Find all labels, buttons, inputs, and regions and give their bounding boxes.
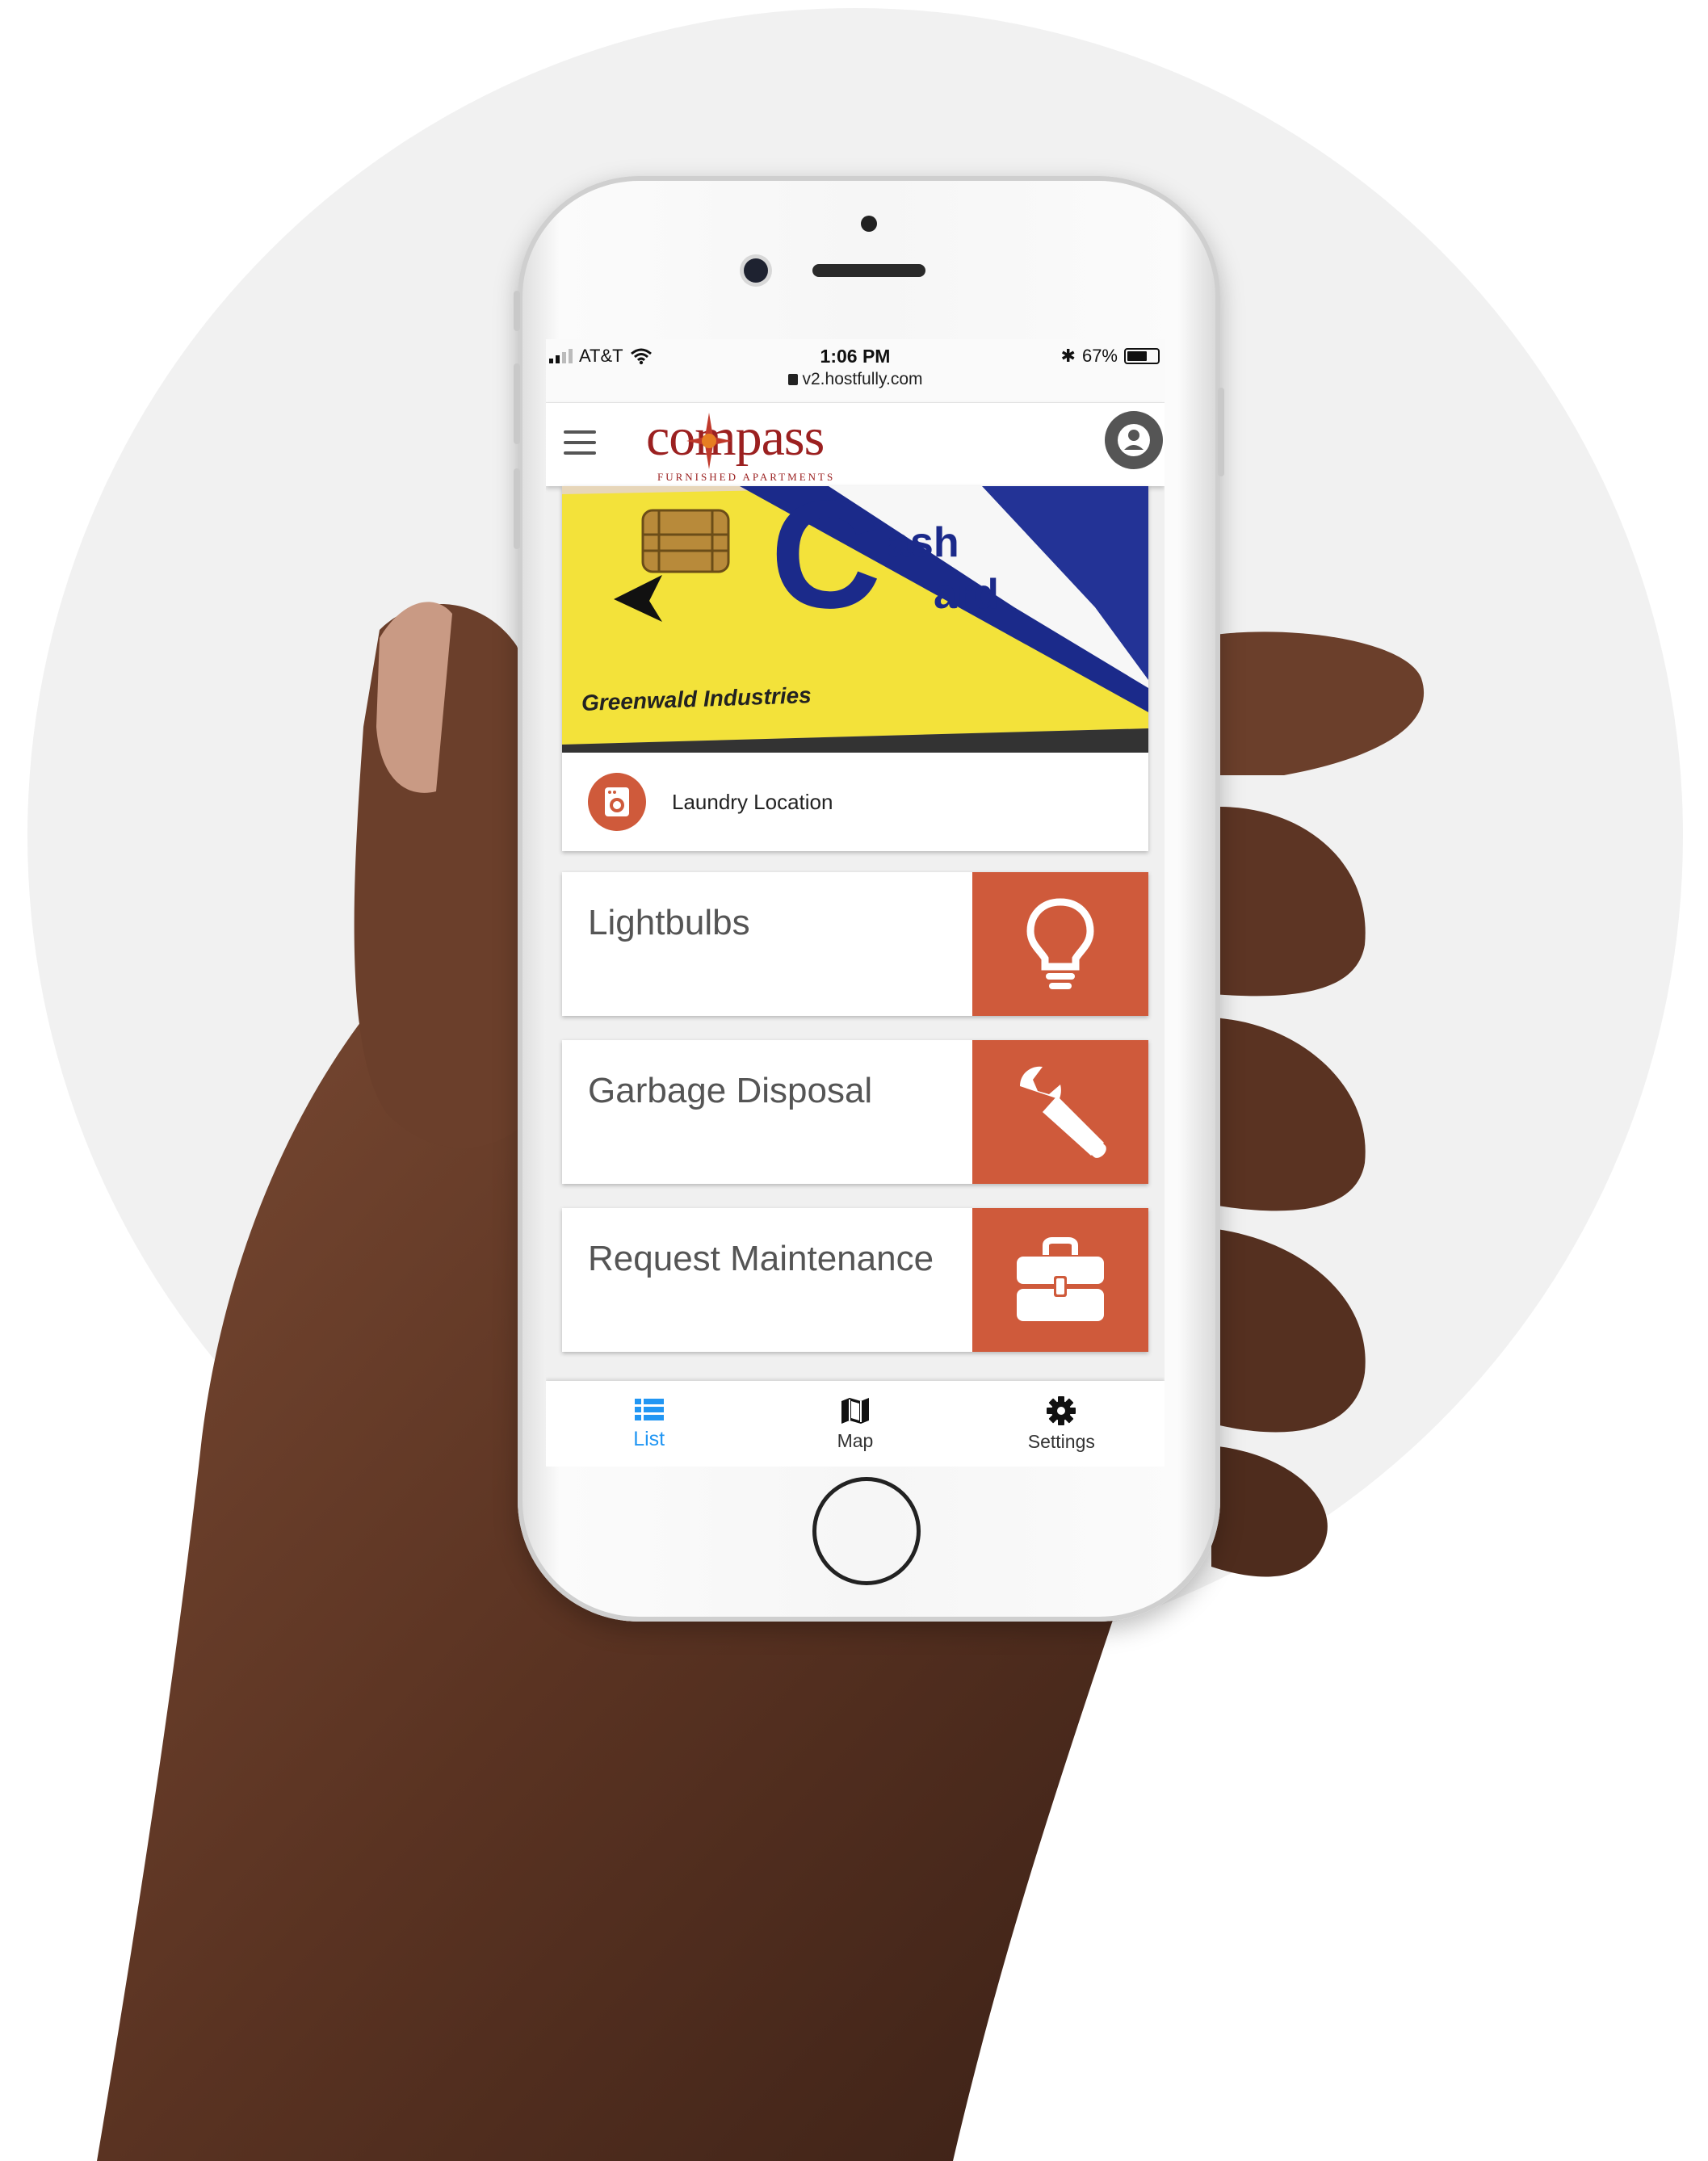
battery-icon: [1124, 348, 1160, 364]
status-right: ✱ 67%: [1061, 346, 1160, 367]
tile-label: Request Maintenance: [588, 1239, 934, 1278]
url-bar[interactable]: v2.hostfully.com: [546, 370, 1165, 389]
nav-label: Settings: [1027, 1430, 1095, 1452]
photo-stage: AT&T 1:06 PM v2.hostfully.com ✱ 67% comp…: [0, 0, 1708, 2161]
front-camera: [744, 258, 768, 283]
home-button[interactable]: [812, 1477, 921, 1585]
hamburger-menu-icon[interactable]: [564, 430, 596, 455]
battery-fill: [1127, 351, 1148, 361]
phone-mute-switch: [514, 291, 520, 331]
wrench-icon: [972, 1040, 1148, 1184]
proximity-sensor: [861, 216, 877, 232]
bottom-navigation: List Map Settings: [546, 1381, 1165, 1467]
map-icon: [841, 1397, 869, 1424]
nav-label: List: [633, 1427, 665, 1450]
tile-label: Garbage Disposal: [588, 1071, 873, 1110]
card-text: ard: [934, 571, 999, 618]
cash-card-image: C ash ard Greenwald Industries: [562, 486, 1148, 753]
nav-label: Map: [837, 1429, 874, 1451]
cash-text: ash: [887, 519, 959, 566]
list-icon: [634, 1398, 664, 1420]
compass-logo[interactable]: compass FURNISHED APARTMENTS: [646, 406, 856, 485]
compass-star-icon: [686, 413, 732, 469]
nav-settings[interactable]: Settings: [959, 1381, 1165, 1467]
account-circle-icon[interactable]: [1105, 411, 1163, 469]
tile-garbage-disposal[interactable]: Garbage Disposal: [562, 1040, 1148, 1184]
phone-screen: AT&T 1:06 PM v2.hostfully.com ✱ 67% comp…: [546, 339, 1165, 1467]
account-glyph: [1118, 424, 1150, 456]
laundry-card[interactable]: C ash ard Greenwald Industries Laundry L…: [562, 486, 1148, 851]
url-text: v2.hostfully.com: [802, 370, 923, 388]
toolbox-icon: [972, 1208, 1148, 1352]
nav-list[interactable]: List: [546, 1381, 752, 1467]
logo-tagline: FURNISHED APARTMENTS: [657, 471, 836, 483]
laundry-row[interactable]: Laundry Location: [562, 753, 1148, 851]
phone-power-button: [1218, 388, 1224, 476]
phone-volume-up: [514, 363, 520, 444]
washing-machine-icon: [588, 773, 646, 831]
tile-request-maintenance[interactable]: Request Maintenance: [562, 1208, 1148, 1352]
gear-icon: [1047, 1395, 1076, 1425]
app-bar: compass FURNISHED APARTMENTS: [546, 402, 1165, 486]
phone-volume-down: [514, 468, 520, 549]
tile-label: Lightbulbs: [588, 903, 750, 942]
lock-icon: [787, 374, 798, 385]
lightbulb-icon: [972, 872, 1148, 1016]
logo-wordmark: compass: [646, 408, 825, 467]
nav-map[interactable]: Map: [752, 1381, 958, 1467]
tile-lightbulbs[interactable]: Lightbulbs: [562, 872, 1148, 1016]
battery-percent: 67%: [1081, 346, 1118, 366]
svg-text:C: C: [770, 486, 881, 640]
status-bar: AT&T 1:06 PM v2.hostfully.com ✱ 67%: [546, 339, 1165, 402]
bluetooth-icon: ✱: [1060, 346, 1076, 366]
laundry-label: Laundry Location: [672, 789, 833, 814]
earpiece-speaker: [812, 264, 925, 277]
